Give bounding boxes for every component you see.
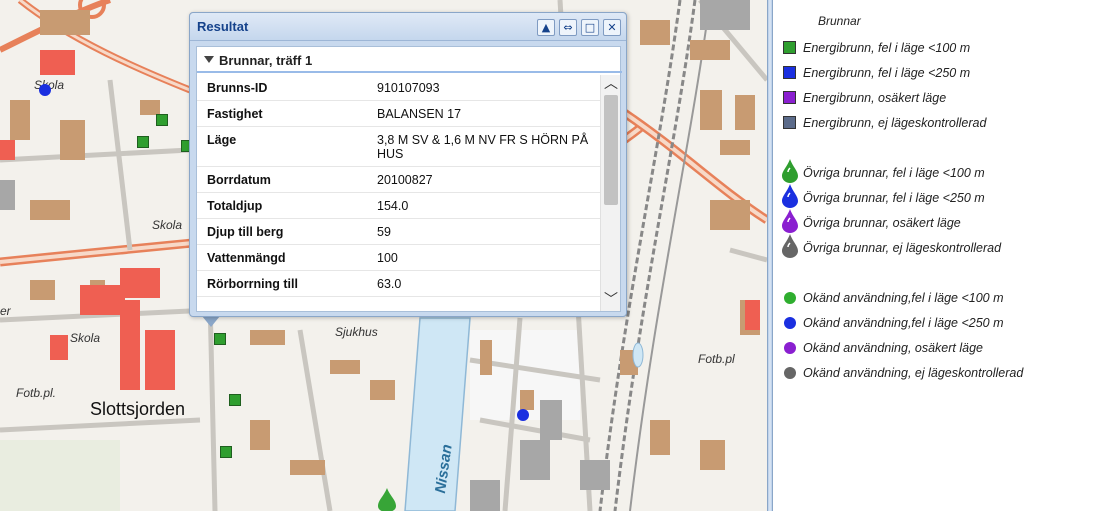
legend-item-label: Okänd användning,fel i läge <100 m: [803, 291, 1004, 305]
close-button[interactable]: ✕: [603, 19, 621, 36]
map-label-partial: er: [0, 304, 11, 318]
map-label-skola: Skola: [152, 218, 183, 232]
legend-item: Energibrunn, fel i läge <250 m: [773, 63, 1093, 83]
popup-title: Resultat: [197, 19, 249, 34]
legend-item: Energibrunn, ej lägeskontrollerad: [773, 113, 1093, 133]
attribute-key: Fastighet: [207, 107, 263, 121]
legend-item: Energibrunn, fel i läge <100 m: [773, 38, 1093, 58]
attribute-key: Läge: [207, 133, 237, 147]
collapse-arrow-icon[interactable]: [204, 56, 214, 63]
attribute-value: 63.0: [377, 277, 402, 291]
scroll-up-icon[interactable]: ︿: [603, 77, 619, 91]
map-legend: Brunnar Energibrunn, fel i läge <100 m En…: [773, 0, 1093, 511]
square-symbol-icon: [783, 91, 796, 104]
dock-button[interactable]: ⇔: [559, 19, 577, 36]
table-row: Vattenmängd 100: [197, 245, 600, 271]
legend-item: Okänd användning,fel i läge <100 m: [773, 288, 1093, 308]
map-label-fotbollsplan: Fotb.pl.: [16, 386, 57, 400]
well-marker-green-square[interactable]: [229, 394, 241, 406]
legend-item-label: Övriga brunnar, fel i läge <250 m: [803, 191, 985, 205]
well-marker-green-square-selected[interactable]: [214, 333, 226, 345]
legend-item-label: Energibrunn, fel i läge <250 m: [803, 66, 971, 80]
popup-scrollbar[interactable]: ︿ ﹀: [600, 75, 620, 311]
drop-symbol-icon: [782, 159, 798, 183]
well-marker-green-square[interactable]: [156, 114, 168, 126]
square-symbol-icon: [783, 66, 796, 79]
well-marker-green-square[interactable]: [220, 446, 232, 458]
attribute-value: 3,8 M SV & 1,6 M NV FR S HÖRN PÅ HUS: [377, 133, 589, 161]
dot-symbol-icon: [784, 342, 796, 354]
well-marker-green-drop[interactable]: [376, 488, 398, 511]
legend-item: Energibrunn, osäkert läge: [773, 88, 1093, 108]
attribute-table: Brunns-ID 910107093 Fastighet BALANSEN 1…: [197, 75, 600, 311]
attribute-value: 910107093: [377, 81, 440, 95]
drop-symbol-icon: [782, 209, 798, 233]
legend-item-label: Övriga brunnar, ej lägeskontrollerad: [803, 241, 1002, 255]
dot-symbol-icon: [784, 292, 796, 304]
collapse-button[interactable]: ▲: [537, 19, 555, 36]
legend-item-label: Övriga brunnar, osäkert läge: [803, 216, 961, 230]
popup-body: Brunnar, träff 1 Brunns-ID 910107093 Fas…: [196, 46, 622, 312]
square-symbol-icon: [783, 41, 796, 54]
attribute-key: Borrdatum: [207, 173, 271, 187]
legend-item-label: Okänd användning, osäkert läge: [803, 341, 983, 355]
result-section-label: Brunnar, träff 1: [219, 53, 313, 68]
legend-title: Brunnar: [818, 14, 861, 28]
well-marker-green-square[interactable]: [137, 136, 149, 148]
table-row: Brunns-ID 910107093: [197, 75, 600, 101]
map-label-skola: Skola: [70, 331, 101, 345]
attribute-value: 59: [377, 225, 391, 239]
legend-item-label: Okänd användning, ej lägeskontrollerad: [803, 366, 1024, 380]
well-marker-blue-dot[interactable]: [517, 409, 529, 421]
well-marker-blue-dot[interactable]: [39, 84, 51, 96]
maximize-button[interactable]: □: [581, 19, 599, 36]
result-section-header[interactable]: Brunnar, träff 1: [197, 47, 622, 73]
legend-item: Övriga brunnar, osäkert läge: [773, 209, 1093, 233]
dot-symbol-icon: [784, 367, 796, 379]
dot-symbol-icon: [784, 317, 796, 329]
popup-titlebar[interactable]: Resultat ▲ ⇔ □ ✕: [190, 13, 626, 41]
attribute-value: 20100827: [377, 173, 433, 187]
legend-item: Övriga brunnar, ej lägeskontrollerad: [773, 234, 1093, 258]
table-row: Fastighet BALANSEN 17: [197, 101, 600, 127]
legend-item-label: Energibrunn, osäkert läge: [803, 91, 947, 105]
attribute-key: Rörborrning till: [207, 277, 298, 291]
square-symbol-icon: [783, 116, 796, 129]
table-row: Totaldjup 154.0: [197, 193, 600, 219]
table-row: Läge 3,8 M SV & 1,6 M NV FR S HÖRN PÅ HU…: [197, 127, 600, 167]
map-label-slottsjorden: Slottsjorden: [90, 399, 186, 419]
attribute-key: Vattenmängd: [207, 251, 286, 265]
attribute-key: Djup till berg: [207, 225, 284, 239]
legend-item: Okänd användning, osäkert läge: [773, 338, 1093, 358]
attribute-value: BALANSEN 17: [377, 107, 462, 121]
legend-item: Övriga brunnar, fel i läge <100 m: [773, 159, 1093, 183]
attribute-key: Brunns-ID: [207, 81, 268, 95]
legend-item-label: Energibrunn, fel i läge <100 m: [803, 41, 971, 55]
legend-item-label: Energibrunn, ej lägeskontrollerad: [803, 116, 987, 130]
map-label-sjukhus: Sjukhus: [335, 325, 378, 339]
legend-item: Övriga brunnar, fel i läge <250 m: [773, 184, 1093, 208]
drop-symbol-icon: [782, 184, 798, 208]
legend-item: Okänd användning,fel i läge <250 m: [773, 313, 1093, 333]
legend-item: Okänd användning, ej lägeskontrollerad: [773, 363, 1093, 383]
legend-item-label: Övriga brunnar, fel i läge <100 m: [803, 166, 985, 180]
legend-item-label: Okänd användning,fel i läge <250 m: [803, 316, 1004, 330]
scroll-down-icon[interactable]: ﹀: [603, 293, 619, 307]
drop-symbol-icon: [782, 234, 798, 258]
table-row: Djup till berg 59: [197, 219, 600, 245]
popup-pointer: [202, 316, 220, 327]
map-label-fotbollsplan: Fotb.pl: [698, 352, 735, 366]
result-popup: Resultat ▲ ⇔ □ ✕ Brunnar, träff 1 Brunns…: [189, 12, 627, 317]
attribute-value: 154.0: [377, 199, 409, 213]
table-row: Rörborrning till 63.0: [197, 271, 600, 297]
table-row: Borrdatum 20100827: [197, 167, 600, 193]
attribute-value: 100: [377, 251, 398, 265]
attribute-key: Totaldjup: [207, 199, 263, 213]
scroll-thumb[interactable]: [604, 95, 618, 205]
